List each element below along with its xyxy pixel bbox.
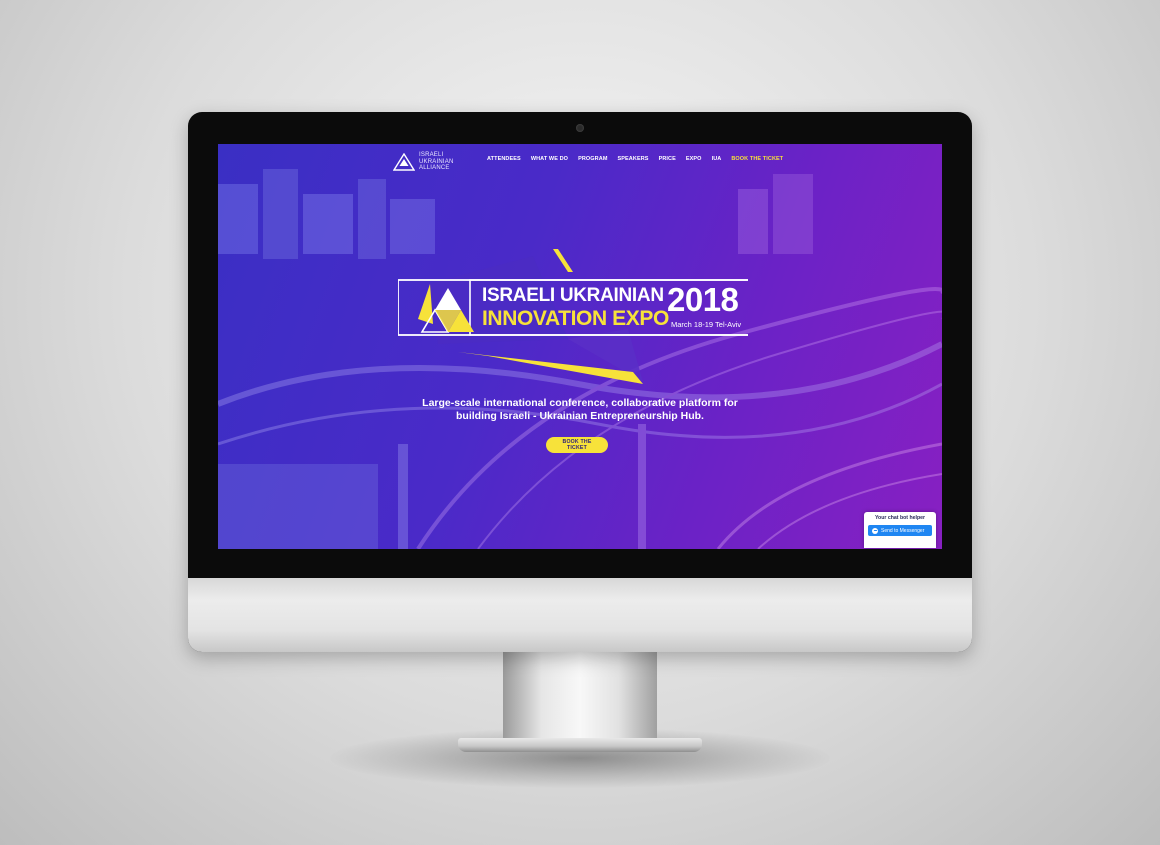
book-ticket-button[interactable]: BOOK THE TICKET [546, 437, 608, 453]
chat-widget-title: Your chat bot helper [874, 515, 926, 521]
nav-speakers[interactable]: SPEAKERS [618, 156, 649, 162]
hero-tagline: Large-scale international conference, co… [368, 397, 792, 422]
hero-title-line-1: ISRAELI UKRAINIAN [482, 285, 664, 306]
chat-bot-widget: Your chat bot helper Send to Messenger [864, 512, 936, 548]
send-to-messenger-button[interactable]: Send to Messenger [868, 525, 932, 536]
monitor-stand-base [458, 738, 702, 752]
hero-tagline-line-1: Large-scale international conference, co… [422, 397, 738, 409]
nav-expo[interactable]: EXPO [686, 156, 702, 162]
hero-date: March 18-19 Tel-Aviv [671, 320, 742, 329]
nav-price[interactable]: PRICE [659, 156, 676, 162]
nav-what-we-do[interactable]: WHAT WE DO [531, 156, 568, 162]
logo-wordmark: ISRAELI UKRAINIAN ALLIANCE [419, 152, 453, 172]
hero-tagline-line-2: building Israeli - Ukrainian Entrepreneu… [456, 409, 704, 422]
main-menu: ATTENDEES WHAT WE DO PROGRAM SPEAKERS PR… [487, 156, 783, 162]
nav-iua[interactable]: IUA [712, 156, 722, 162]
monitor-stand [503, 650, 657, 745]
monitor: ISRAELI UKRAINIAN ALLIANCE ATTENDEES WHA… [188, 112, 972, 652]
messenger-icon [872, 527, 878, 534]
hero-title-line-2: INNOVATION EXPO [482, 307, 669, 330]
top-navigation: ISRAELI UKRAINIAN ALLIANCE ATTENDEES WHA… [218, 144, 942, 178]
nav-program[interactable]: PROGRAM [578, 156, 607, 162]
webcam [576, 124, 584, 132]
nav-book-the-ticket[interactable]: BOOK THE TICKET [731, 156, 783, 162]
hero-year: 2018 [667, 281, 739, 318]
monitor-chin [188, 578, 972, 652]
alliance-triangle-icon [393, 152, 415, 171]
site-logo[interactable]: ISRAELI UKRAINIAN ALLIANCE [393, 152, 453, 172]
send-to-messenger-label: Send to Messenger [881, 527, 925, 534]
logo-line-3: ALLIANCE [419, 165, 450, 171]
website-screen: ISRAELI UKRAINIAN ALLIANCE ATTENDEES WHA… [218, 144, 942, 549]
nav-attendees[interactable]: ATTENDEES [487, 156, 521, 162]
